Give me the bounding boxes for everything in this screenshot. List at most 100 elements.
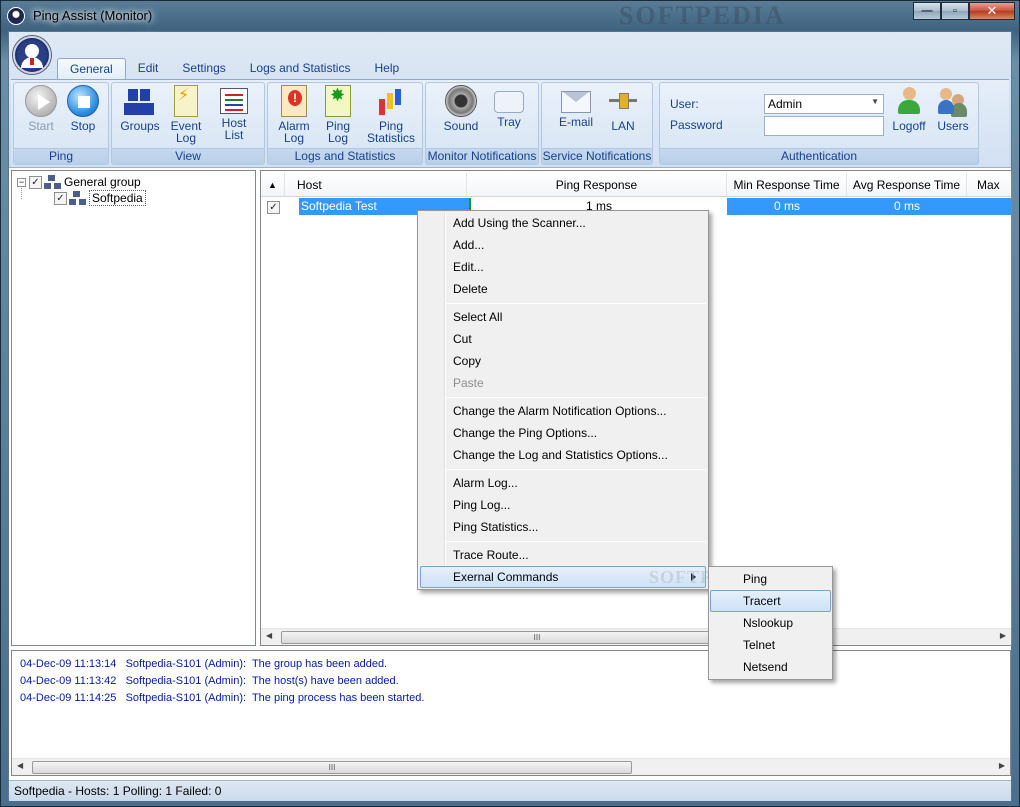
tab-edit[interactable]: Edit bbox=[126, 58, 171, 80]
event-log-button[interactable]: Event Log bbox=[166, 85, 206, 144]
menu-item-external-commands[interactable]: Exernal Commands bbox=[453, 566, 558, 588]
tab-general[interactable]: General bbox=[57, 58, 126, 80]
scroll-thumb[interactable]: III bbox=[32, 761, 632, 774]
menu-item-delete[interactable]: Delete bbox=[453, 278, 488, 300]
cell-max-response bbox=[967, 198, 1011, 215]
submenu-item-nslookup[interactable]: Nslookup bbox=[743, 612, 793, 634]
ping-log-icon bbox=[325, 85, 351, 117]
play-icon bbox=[25, 85, 57, 117]
submenu-item-ping[interactable]: Ping bbox=[743, 568, 767, 590]
title-bar[interactable]: Ping Assist (Monitor) SOFTPEDIA — ▫ ✕ bbox=[1, 1, 1019, 31]
external-commands-submenu: Ping Tracert Nslookup Telnet Netsend bbox=[708, 566, 833, 680]
network-group-icon bbox=[44, 175, 60, 189]
log-entry: 04-Dec-09 11:13:42 Softpedia-S101 (Admin… bbox=[20, 675, 399, 687]
user-icon bbox=[25, 44, 39, 58]
password-label: Password bbox=[670, 118, 723, 132]
user-label: User: bbox=[670, 97, 699, 111]
envelope-icon bbox=[561, 91, 591, 113]
start-button[interactable]: Start bbox=[22, 85, 60, 132]
menu-separator bbox=[446, 303, 706, 304]
ribbon: General Edit Settings Logs and Statistic… bbox=[9, 32, 1011, 168]
tree-node-softpedia[interactable]: ✓ Softpedia bbox=[54, 190, 146, 206]
column-header-avg-response-time[interactable]: Avg Response Time bbox=[847, 173, 967, 197]
cell-min-response: 0 ms bbox=[727, 198, 847, 215]
speaker-icon bbox=[445, 85, 477, 117]
tree-node-label: Softpedia bbox=[89, 190, 146, 206]
tree-node-general-group[interactable]: − ✓ General group bbox=[17, 174, 141, 190]
menu-item-ping-statistics[interactable]: Ping Statistics... bbox=[453, 516, 538, 538]
app-window: Ping Assist (Monitor) SOFTPEDIA — ▫ ✕ Ge… bbox=[0, 0, 1020, 807]
menu-item-paste: Paste bbox=[453, 376, 484, 390]
password-field[interactable] bbox=[764, 116, 884, 136]
menu-item-trace-route[interactable]: Trace Route... bbox=[453, 544, 529, 566]
cell-avg-response: 0 ms bbox=[847, 198, 967, 215]
tree-checkbox[interactable]: ✓ bbox=[29, 175, 42, 189]
host-list-button[interactable]: Host List bbox=[212, 85, 256, 141]
users-button[interactable]: Users bbox=[932, 85, 974, 132]
scroll-right-icon[interactable]: ▶ bbox=[999, 761, 1005, 770]
collapse-icon[interactable]: − bbox=[17, 177, 26, 187]
user-logoff-icon bbox=[893, 85, 925, 117]
ping-statistics-button[interactable]: Ping Statistics bbox=[362, 85, 420, 144]
sound-button[interactable]: Sound bbox=[440, 85, 482, 132]
event-log-pane[interactable]: 04-Dec-09 11:13:14 Softpedia-S101 (Admin… bbox=[11, 650, 1011, 776]
minimize-button[interactable]: — bbox=[913, 2, 941, 20]
group-label: Logs and Statistics bbox=[268, 148, 422, 164]
group-label: Monitor Notifications bbox=[426, 148, 538, 164]
groups-button[interactable]: Groups bbox=[118, 85, 162, 132]
menu-item-alarm-notification-options[interactable]: Change the Alarm Notification Options... bbox=[453, 400, 666, 422]
menu-item-select-all[interactable]: Select All bbox=[453, 306, 502, 328]
chevron-down-icon: ▼ bbox=[871, 97, 879, 106]
sort-indicator-icon[interactable]: ▲ bbox=[261, 173, 285, 197]
horizontal-scrollbar[interactable]: ◀ III ▶ bbox=[12, 758, 1010, 775]
stop-icon bbox=[67, 85, 99, 117]
menu-item-ping-options[interactable]: Change the Ping Options... bbox=[453, 422, 597, 444]
tree-checkbox[interactable]: ✓ bbox=[54, 191, 67, 205]
ping-log-button[interactable]: Ping Log bbox=[318, 85, 358, 144]
menu-separator bbox=[446, 469, 706, 470]
tab-help[interactable]: Help bbox=[362, 58, 411, 80]
logoff-button[interactable]: Logoff bbox=[888, 85, 930, 132]
log-entry: 04-Dec-09 11:13:14 Softpedia-S101 (Admin… bbox=[20, 658, 388, 670]
menu-item-cut[interactable]: Cut bbox=[453, 328, 472, 350]
group-logs-and-statistics: Alarm Log Ping Log Ping Statistics Logs … bbox=[267, 82, 423, 165]
column-header-host[interactable]: Host bbox=[285, 173, 467, 197]
horizontal-scrollbar[interactable]: ◀ III ▶ bbox=[261, 628, 1011, 645]
menu-item-ping-log[interactable]: Ping Log... bbox=[453, 494, 510, 516]
host-list-icon bbox=[220, 88, 248, 114]
scroll-left-icon[interactable]: ◀ bbox=[266, 631, 272, 640]
app-icon[interactable] bbox=[7, 7, 25, 25]
column-header-min-response-time[interactable]: Min Response Time bbox=[727, 173, 847, 197]
group-view: Groups Event Log Host List View bbox=[111, 82, 265, 165]
group-label: Service Notifications bbox=[542, 148, 652, 164]
row-checkbox[interactable]: ✓ bbox=[267, 198, 280, 215]
tab-settings[interactable]: Settings bbox=[170, 58, 237, 80]
maximize-button[interactable]: ▫ bbox=[941, 2, 969, 20]
menu-item-add-using-scanner[interactable]: Add Using the Scanner... bbox=[453, 212, 586, 234]
column-header-ping-response[interactable]: Ping Response bbox=[467, 173, 727, 197]
user-select[interactable]: Admin ▼ bbox=[764, 94, 884, 114]
menu-item-add[interactable]: Add... bbox=[453, 234, 484, 256]
menu-item-copy[interactable]: Copy bbox=[453, 350, 481, 372]
scroll-left-icon[interactable]: ◀ bbox=[17, 761, 23, 770]
alarm-log-button[interactable]: Alarm Log bbox=[274, 85, 314, 144]
column-header-max-response-time[interactable]: Max Re bbox=[967, 173, 1011, 216]
stop-button[interactable]: Stop bbox=[64, 85, 102, 132]
menu-item-edit[interactable]: Edit... bbox=[453, 256, 484, 278]
menu-item-alarm-log[interactable]: Alarm Log... bbox=[453, 472, 518, 494]
alarm-log-icon bbox=[281, 85, 307, 117]
lan-icon bbox=[607, 85, 639, 117]
scroll-right-icon[interactable]: ▶ bbox=[1000, 631, 1006, 640]
submenu-item-netsend[interactable]: Netsend bbox=[743, 656, 788, 678]
email-button[interactable]: E-mail bbox=[554, 85, 598, 128]
group-tree[interactable]: − ✓ General group ✓ Softpedia bbox=[11, 170, 256, 646]
lan-button[interactable]: LAN bbox=[602, 85, 644, 132]
event-log-icon bbox=[174, 85, 198, 117]
tray-button[interactable]: Tray bbox=[488, 85, 530, 128]
submenu-item-telnet[interactable]: Telnet bbox=[743, 634, 775, 656]
menu-item-log-statistics-options[interactable]: Change the Log and Statistics Options... bbox=[453, 444, 668, 466]
app-menu-button[interactable] bbox=[13, 36, 51, 74]
close-button[interactable]: ✕ bbox=[969, 2, 1015, 20]
tab-logs-and-statistics[interactable]: Logs and Statistics bbox=[238, 58, 363, 80]
submenu-item-tracert[interactable]: Tracert bbox=[743, 590, 781, 612]
